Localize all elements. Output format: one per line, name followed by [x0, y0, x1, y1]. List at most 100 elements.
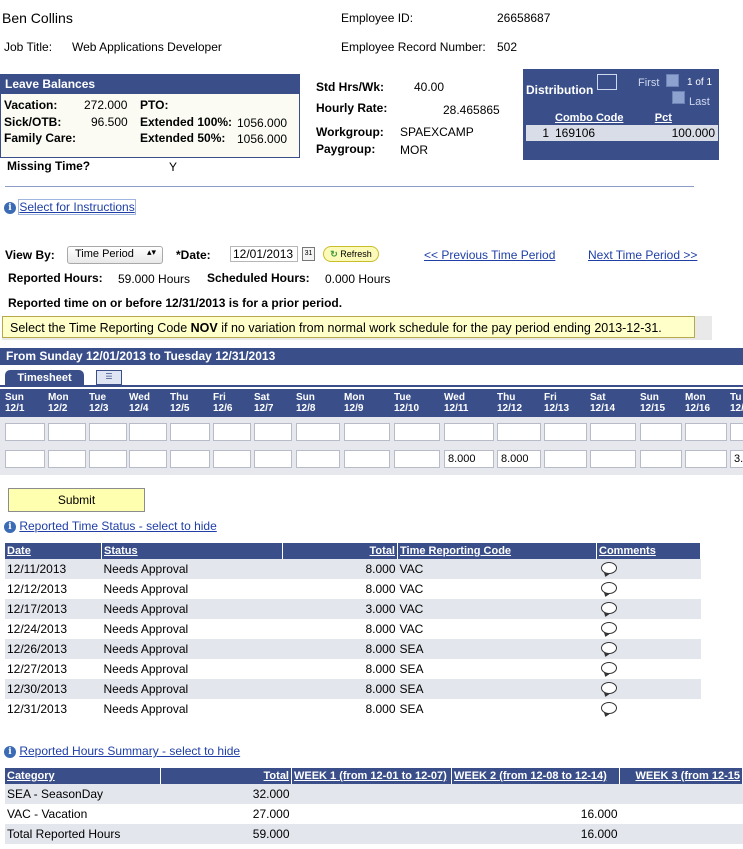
time-input-row1[interactable]	[170, 423, 210, 441]
comment-bubble-icon[interactable]	[600, 701, 617, 714]
week2-cell: 16.000	[451, 804, 620, 824]
comment-bubble-icon[interactable]	[600, 561, 617, 574]
time-input-row2[interactable]	[170, 450, 210, 468]
reported-hours-value: 59.000 Hours	[118, 272, 191, 286]
time-input-row2[interactable]: 3.0	[730, 450, 743, 468]
first-link[interactable]: First	[638, 77, 659, 89]
nov-notice: Select the Time Reporting Code NOV if no…	[2, 316, 695, 338]
week2-header[interactable]: WEEK 2 (from 12-08 to 12-14)	[451, 768, 620, 784]
time-input-row1[interactable]	[254, 423, 292, 441]
time-input-row1[interactable]	[296, 423, 340, 441]
tab-underline	[0, 385, 743, 387]
time-input-row2[interactable]	[48, 450, 86, 468]
time-input-row2[interactable]	[394, 450, 440, 468]
comments-cell	[596, 559, 701, 579]
table-row: 12/11/2013 Needs Approval 8.000 VAC	[5, 559, 701, 579]
last-link[interactable]: Last	[689, 96, 710, 108]
reported-time-status-link[interactable]: Reported Time Status - select to hide	[19, 519, 216, 533]
date-cell: 12/12/2013	[5, 579, 102, 599]
next-time-period-link[interactable]: Next Time Period >>	[588, 248, 697, 262]
time-input-row2[interactable]	[254, 450, 292, 468]
trc-header[interactable]: Time Reporting Code	[397, 543, 597, 559]
time-input-row1[interactable]	[640, 423, 682, 441]
refresh-button[interactable]: ↻ Refresh	[323, 246, 379, 262]
expand-grid-icon[interactable]	[597, 74, 617, 90]
time-input-row1[interactable]	[89, 423, 127, 441]
total-header[interactable]: Total	[282, 543, 398, 559]
comment-bubble-icon[interactable]	[600, 641, 617, 654]
time-input-row1[interactable]	[5, 423, 45, 441]
comment-bubble-icon[interactable]	[600, 621, 617, 634]
date-input[interactable]: 12/01/2013	[230, 246, 298, 262]
total-cell: 8.000	[282, 699, 398, 719]
reported-hours-label: Reported Hours:	[8, 271, 103, 285]
time-input-row2[interactable]	[296, 450, 340, 468]
time-input-row1[interactable]	[213, 423, 251, 441]
select-for-instructions-link[interactable]: Select for Instructions	[18, 199, 136, 215]
time-input-row1[interactable]	[394, 423, 440, 441]
time-input-row1[interactable]	[444, 423, 494, 441]
time-input-row2[interactable]	[89, 450, 127, 468]
time-input-row1[interactable]	[48, 423, 86, 441]
combo-code-header[interactable]: Combo Code	[552, 111, 652, 125]
distribution-count: 1 of 1	[687, 77, 713, 88]
time-input-row1[interactable]	[730, 423, 743, 441]
time-input-row2[interactable]	[640, 450, 682, 468]
day-header: Tu 12/	[730, 392, 743, 414]
notice-text-before: Select the Time Reporting Code	[10, 321, 191, 335]
time-input-row2[interactable]	[685, 450, 727, 468]
select-arrows-icon: ▴▾	[146, 247, 156, 257]
week1-header[interactable]: WEEK 1 (from 12-01 to 12-07)	[291, 768, 452, 784]
week3-header[interactable]: WEEK 3 (from 12-15	[619, 768, 743, 784]
tab-timesheet[interactable]: Timesheet	[5, 370, 84, 386]
day-name: Thu	[497, 392, 516, 403]
day-header: Sun 12/8	[296, 392, 315, 414]
time-input-row1[interactable]	[544, 423, 587, 441]
day-date: 12/12	[497, 403, 523, 414]
comment-bubble-icon[interactable]	[600, 581, 617, 594]
scheduled-hours-value: 0.000 Hours	[325, 272, 391, 286]
day-header: Fri 12/13	[544, 392, 569, 414]
time-input-row2[interactable]	[544, 450, 587, 468]
submit-button[interactable]: Submit	[8, 488, 145, 512]
summary-total-header[interactable]: Total	[160, 768, 292, 784]
extended100-label: Extended 100%:	[140, 115, 233, 129]
day-date: 12/8	[296, 403, 316, 414]
time-input-row1[interactable]	[129, 423, 167, 441]
view-by-select[interactable]: Time Period ▴▾	[67, 246, 163, 264]
category-header[interactable]: Category	[5, 768, 161, 784]
reported-hours-summary-link[interactable]: Reported Hours Summary - select to hide	[19, 744, 240, 758]
show-all-columns-icon[interactable]: ☰	[96, 370, 122, 385]
date-header[interactable]: Date	[5, 543, 102, 559]
calendar-icon[interactable]: 31	[302, 247, 315, 261]
day-date: 12/10	[394, 403, 420, 414]
pct-header[interactable]: Pct	[651, 111, 718, 125]
time-input-row2[interactable]: 8.000	[444, 450, 494, 468]
day-date: 12/14	[590, 403, 616, 414]
time-input-row2[interactable]: 8.000	[497, 450, 541, 468]
previous-row-icon[interactable]	[666, 74, 679, 87]
day-date: 12/11	[444, 403, 469, 414]
next-row-icon[interactable]	[672, 91, 685, 104]
previous-time-period-link[interactable]: << Previous Time Period	[424, 248, 555, 262]
comments-cell	[596, 599, 701, 619]
extended100-value: 1056.000	[237, 116, 288, 130]
comment-bubble-icon[interactable]	[600, 661, 617, 674]
comment-bubble-icon[interactable]	[600, 681, 617, 694]
status-header[interactable]: Status	[101, 543, 283, 559]
day-date: 12/13	[544, 403, 570, 414]
time-input-row1[interactable]	[344, 423, 390, 441]
time-input-row2[interactable]	[213, 450, 251, 468]
refresh-icon: ↻	[330, 249, 338, 259]
time-input-row2[interactable]	[590, 450, 636, 468]
info-icon: i	[4, 745, 16, 758]
time-input-row1[interactable]	[685, 423, 727, 441]
time-input-row2[interactable]	[344, 450, 390, 468]
time-input-row1[interactable]	[590, 423, 636, 441]
time-input-row2[interactable]	[129, 450, 167, 468]
comment-bubble-icon[interactable]	[600, 601, 617, 614]
day-name: Thu	[170, 392, 189, 403]
time-input-row1[interactable]	[497, 423, 541, 441]
time-input-row2[interactable]	[5, 450, 45, 468]
day-date: 12/	[730, 403, 743, 414]
